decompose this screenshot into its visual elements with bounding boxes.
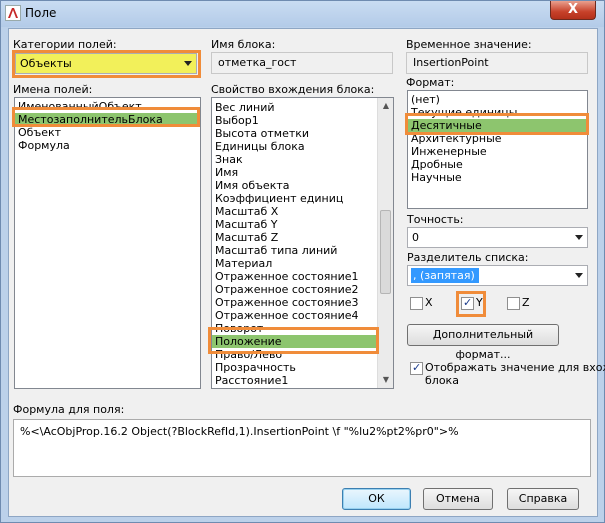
axis-y-label: Y [476,296,483,309]
format-label: Формат: [406,76,455,89]
list-item[interactable]: Знак [212,153,378,166]
field-categories-label: Категории полей: [13,38,117,51]
precision-label: Точность: [407,213,464,226]
list-separator-combo[interactable]: , (запятая) [407,265,588,286]
list-item[interactable]: Имя объекта [212,179,378,192]
show-value-label-line2: блока [425,374,459,387]
formula-label: Формула для поля: [13,403,125,416]
list-item[interactable]: Поворот [212,322,378,335]
list-item[interactable]: Отраженное состояние1 [212,270,378,283]
autocad-icon [5,5,21,21]
chevron-down-icon [184,61,192,66]
format-list[interactable]: (нет) Текущие единицы Десятичные Архитек… [407,90,588,209]
field-names-label: Имена полей: [13,83,93,96]
list-item[interactable]: Объект [15,126,200,139]
list-item[interactable]: Масштаб Z [212,231,378,244]
list-item[interactable]: Архитектурные [408,132,587,145]
list-item[interactable]: Право/Лево [212,348,378,361]
list-item-selected[interactable]: Положение [212,335,378,348]
list-item[interactable]: Прозрачность [212,361,378,374]
block-name-field: отметка_гост [211,52,393,74]
title-bar[interactable]: Поле X [1,1,604,27]
separator-name: (запятая) [416,269,475,282]
cancel-button[interactable]: Отмена [423,488,493,510]
dialog-body: Категории полей: Объекты Имена полей: Им… [8,28,605,517]
list-item[interactable]: Материал [212,257,378,270]
precision-value: 0 [412,231,419,244]
list-item[interactable]: Расстояние1 [212,374,378,387]
list-item[interactable]: Отраженное состояние4 [212,309,378,322]
formula-field[interactable]: %<\AcObjProp.16.2 Object(?BlockRefId,1).… [13,419,591,477]
list-item[interactable]: Отраженное состояние2 [212,283,378,296]
help-button[interactable]: Справка [507,488,579,510]
chevron-down-icon [575,235,583,240]
list-item[interactable]: Высота отметки [212,127,378,140]
show-value-checkbox[interactable] [410,361,423,375]
window-title: Поле [25,6,57,20]
show-value-label-line1: Отображать значение для вхожд [425,361,605,374]
axis-z-checkbox[interactable] [507,297,520,310]
field-dialog: Поле X Категории полей: Объекты Имена по… [0,0,605,523]
list-item[interactable]: Отраженное состояние3 [212,296,378,309]
field-categories-combo[interactable]: Объекты [15,53,197,74]
precision-combo[interactable]: 0 [407,227,588,248]
list-item[interactable]: Единицы блока [212,140,378,153]
axis-y-checkbox[interactable] [461,296,474,310]
axis-x-label: X [425,296,433,309]
close-button[interactable]: X [550,1,596,20]
list-item[interactable]: Масштаб Y [212,218,378,231]
scroll-thumb[interactable] [380,210,391,294]
list-item[interactable]: Коэффициент единиц [212,192,378,205]
list-item[interactable]: Выбор1 [212,114,378,127]
list-item[interactable]: Дробные [408,158,587,171]
list-separator-value: , (запятая) [411,268,479,283]
temp-value-label: Временное значение: [406,38,532,51]
block-property-label: Свойство вхождения блока: [211,83,375,96]
axis-z-label: Z [522,296,530,309]
scroll-up-icon[interactable]: ▲ [378,98,393,114]
scroll-down-icon[interactable]: ▼ [378,372,393,388]
block-property-list[interactable]: Вес линий Выбор1 Высота отметки Единицы бло… [211,97,394,389]
list-item-selected[interactable]: Десятичные [408,119,587,132]
list-item[interactable]: Инженерные [408,145,587,158]
list-item[interactable]: ИменованныйОбъект [15,100,200,113]
list-separator-label: Разделитель списка: [407,251,529,264]
additional-format-button[interactable]: Дополнительный формат... [407,324,559,361]
list-item-selected[interactable]: МестозаполнительБлока [15,113,200,126]
field-categories-value: Объекты [20,57,72,70]
list-item[interactable]: Масштаб типа линий [212,244,378,257]
block-property-items: Вес линий Выбор1 Высота отметки Единицы бло… [212,98,378,387]
block-property-scrollbar[interactable]: ▲ ▼ [377,98,393,388]
axis-x-checkbox[interactable] [410,297,423,310]
list-item[interactable]: Формула [15,139,200,152]
temp-value-field: InsertionPoint [406,52,588,74]
list-item[interactable]: Масштаб X [212,205,378,218]
field-names-list[interactable]: ИменованныйОбъект МестозаполнительБлока … [14,97,201,389]
block-name-label: Имя блока: [211,38,276,51]
list-item[interactable]: Текущие единицы [408,106,587,119]
list-item[interactable]: Имя [212,166,378,179]
list-item[interactable]: Научные [408,171,587,184]
list-item[interactable]: Вес линий [212,101,378,114]
chevron-down-icon [575,273,583,278]
list-item[interactable]: (нет) [408,93,587,106]
ok-button[interactable]: ОК [342,488,411,510]
